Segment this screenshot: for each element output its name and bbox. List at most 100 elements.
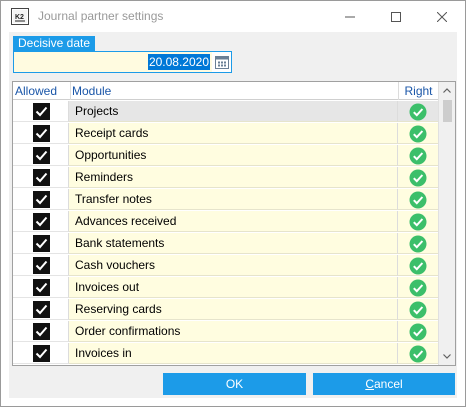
minimize-icon	[345, 16, 355, 17]
check-circle-icon	[409, 235, 427, 253]
table-row[interactable]: Order confirmations	[13, 321, 438, 343]
check-circle-icon	[409, 213, 427, 231]
date-field[interactable]: 20.08.2020	[14, 52, 212, 72]
checkbox-checked-icon[interactable]	[33, 191, 50, 208]
allowed-cell	[13, 167, 69, 188]
close-button[interactable]	[419, 1, 465, 32]
checkbox-checked-icon[interactable]	[33, 103, 50, 120]
check-circle-icon	[409, 323, 427, 341]
table-row[interactable]: Bank statements	[13, 233, 438, 255]
table-row[interactable]: Opportunities	[13, 145, 438, 167]
module-cell: Reserving cards	[69, 299, 398, 320]
window-title: Journal partner settings	[38, 9, 164, 23]
right-cell	[398, 189, 438, 210]
check-circle-icon	[409, 147, 427, 165]
module-label: Invoices out	[75, 280, 140, 294]
date-value: 20.08.2020	[147, 54, 210, 70]
vertical-scrollbar[interactable]	[438, 82, 455, 365]
allowed-cell	[13, 255, 69, 276]
check-circle-icon	[409, 345, 427, 363]
module-cell: Bank statements	[69, 233, 398, 254]
table-row[interactable]: Advances received	[13, 211, 438, 233]
title-bar: K2 Journal partner settings	[1, 1, 465, 32]
module-label: Advances received	[75, 214, 177, 228]
module-cell: Projects	[69, 101, 398, 122]
module-label: Order confirmations	[75, 324, 181, 338]
app-logo-icon: K2	[11, 8, 29, 25]
check-circle-icon	[409, 257, 427, 275]
right-cell	[398, 167, 438, 188]
allowed-cell	[13, 321, 69, 342]
checkbox-checked-icon[interactable]	[33, 279, 50, 296]
modules-grid: Allowed Module Right Projects Receipt car…	[12, 81, 456, 366]
allowed-cell	[13, 101, 69, 122]
module-label: Opportunities	[75, 148, 147, 162]
minimize-button[interactable]	[327, 1, 373, 32]
allowed-cell	[13, 277, 69, 298]
calendar-icon[interactable]	[214, 54, 230, 70]
table-row[interactable]: Invoices in	[13, 343, 438, 365]
module-label: Receipt cards	[75, 126, 149, 140]
table-row[interactable]: Transfer notes	[13, 189, 438, 211]
right-cell	[398, 101, 438, 122]
allowed-cell	[13, 343, 69, 364]
right-cell	[398, 123, 438, 144]
table-row[interactable]: Invoices out	[13, 277, 438, 299]
scroll-thumb[interactable]	[443, 100, 452, 122]
check-circle-icon	[409, 169, 427, 187]
svg-text:K2: K2	[15, 14, 24, 21]
right-cell	[398, 211, 438, 232]
column-header-right[interactable]: Right	[398, 82, 438, 100]
module-cell: Transfer notes	[69, 189, 398, 210]
right-cell	[398, 321, 438, 342]
right-cell	[398, 233, 438, 254]
check-circle-icon	[409, 301, 427, 319]
checkbox-checked-icon[interactable]	[33, 147, 50, 164]
checkbox-checked-icon[interactable]	[33, 235, 50, 252]
checkbox-checked-icon[interactable]	[33, 169, 50, 186]
table-row[interactable]: Projects	[13, 101, 438, 123]
checkbox-checked-icon[interactable]	[33, 345, 50, 362]
chevron-up-icon	[443, 88, 451, 93]
right-cell	[398, 255, 438, 276]
chevron-down-icon	[443, 354, 451, 359]
table-row[interactable]: Reminders	[13, 167, 438, 189]
module-cell: Opportunities	[69, 145, 398, 166]
module-cell: Invoices out	[69, 277, 398, 298]
module-cell: Invoices in	[69, 343, 398, 364]
maximize-button[interactable]	[373, 1, 419, 32]
table-row[interactable]: Cash vouchers	[13, 255, 438, 277]
column-header-allowed[interactable]: Allowed	[15, 82, 67, 100]
checkbox-checked-icon[interactable]	[33, 125, 50, 142]
module-cell: Order confirmations	[69, 321, 398, 342]
dialog-window: K2 Journal partner settings Decisive dat…	[0, 0, 466, 407]
right-cell	[398, 343, 438, 364]
check-circle-icon	[409, 279, 427, 297]
right-cell	[398, 277, 438, 298]
ok-button[interactable]: OK	[163, 373, 306, 395]
maximize-icon	[391, 11, 401, 22]
checkbox-checked-icon[interactable]	[33, 301, 50, 318]
check-circle-icon	[409, 125, 427, 143]
table-row[interactable]: Receipt cards	[13, 123, 438, 145]
column-header-module[interactable]: Module	[70, 82, 390, 100]
decisive-date-label: Decisive date	[13, 36, 96, 51]
cancel-label-rest: ancel	[373, 377, 403, 391]
module-cell: Reminders	[69, 167, 398, 188]
checkbox-checked-icon[interactable]	[33, 257, 50, 274]
module-label: Cash vouchers	[75, 258, 156, 272]
scroll-down-button[interactable]	[439, 348, 455, 365]
scroll-up-button[interactable]	[439, 82, 455, 99]
close-icon	[437, 11, 447, 22]
module-cell: Advances received	[69, 211, 398, 232]
allowed-cell	[13, 299, 69, 320]
checkbox-checked-icon[interactable]	[33, 323, 50, 340]
cancel-button[interactable]: Cancel	[313, 373, 455, 395]
table-row[interactable]: Reserving cards	[13, 299, 438, 321]
grid-header: Allowed Module Right	[13, 82, 438, 100]
checkbox-checked-icon[interactable]	[33, 213, 50, 230]
check-circle-icon	[409, 191, 427, 209]
decisive-date-input[interactable]: 20.08.2020	[13, 51, 232, 73]
allowed-cell	[13, 233, 69, 254]
allowed-cell	[13, 211, 69, 232]
